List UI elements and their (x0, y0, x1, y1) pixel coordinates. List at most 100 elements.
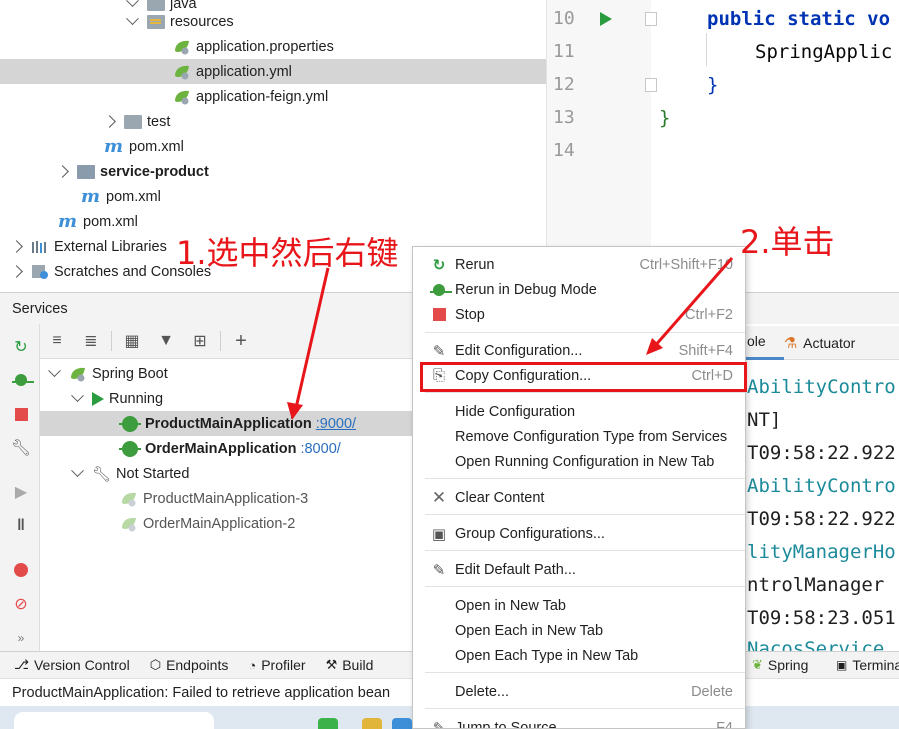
menu-item-hide-configuration[interactable]: Hide Configuration (413, 399, 745, 424)
collapse-all-icon[interactable]: ≣ (74, 326, 108, 356)
code-text: } (707, 73, 719, 96)
line-number: 14 (553, 140, 575, 161)
chevron-right-icon[interactable] (56, 165, 69, 178)
menu-item-rerun[interactable]: ↻ Rerun Ctrl+Shift+F10 (413, 252, 745, 277)
running-icon (92, 391, 104, 406)
tree-item-pom[interactable]: m pom.xml (0, 184, 546, 209)
stop-icon[interactable] (10, 403, 32, 425)
rerun-icon[interactable]: ↻ (10, 336, 32, 358)
spring-config-icon (175, 65, 189, 79)
tab-build[interactable]: ⚒ Build (316, 657, 384, 673)
menu-item-open-in-new-tab[interactable]: Open in New Tab (413, 593, 745, 618)
maven-icon: m (81, 185, 101, 207)
wrench-icon[interactable]: 🔧︎ (10, 437, 32, 459)
actuator-icon: ⚗ (783, 334, 798, 352)
chevron-down-icon[interactable] (126, 12, 139, 26)
services-side-toolbar: ↻ 🔧︎ ▶ ‖ ⊘ » (0, 324, 40, 651)
spring-boot-icon (122, 492, 136, 506)
tree-item-test[interactable]: test (0, 109, 546, 134)
menu-item-remove-configuration-type[interactable]: Remove Configuration Type from Services (413, 424, 745, 449)
app-icon[interactable] (392, 718, 412, 729)
breakpoints-icon[interactable] (10, 559, 32, 581)
menu-item-open-each-type-in-new-tab[interactable]: Open Each Type in New Tab (413, 643, 745, 668)
code-text: SpringApplic (755, 40, 893, 63)
menu-separator (425, 514, 745, 515)
scratches-icon (32, 264, 48, 279)
service-item-product-main[interactable]: ProductMainApplication :9000/ (40, 411, 412, 436)
tab-profiler[interactable]: ◔ Profiler (238, 657, 315, 673)
app-icon[interactable] (318, 718, 338, 729)
menu-item-stop[interactable]: Stop Ctrl+F2 (413, 302, 745, 327)
tab-endpoints[interactable]: ⬡ Endpoints (140, 657, 239, 673)
tab-spring[interactable]: ❦ Spring (742, 657, 818, 673)
console-line: NacosService (747, 638, 885, 651)
chevron-down-icon[interactable] (48, 364, 61, 378)
menu-item-delete[interactable]: Delete... Delete (413, 679, 745, 704)
chevron-right-icon[interactable] (103, 115, 116, 128)
status-message[interactable]: ProductMainApplication: Failed to retrie… (12, 685, 390, 701)
tree-item-resources[interactable]: resources (0, 9, 546, 34)
new-tab-icon[interactable]: ⊞ (183, 326, 217, 356)
app-icon[interactable] (362, 718, 382, 729)
tab-actuator[interactable]: ⚗ Actuator (784, 334, 856, 352)
tree-item-application-yml[interactable]: application.yml (0, 59, 546, 84)
menu-item-clear-content[interactable]: ✕ Clear Content (413, 485, 745, 510)
taskbar-search[interactable] (14, 712, 214, 729)
line-number: 11 (553, 41, 575, 62)
code-text: } (659, 106, 671, 129)
service-item-order-main-2[interactable]: OrderMainApplication-2 (40, 511, 412, 536)
spring-config-icon (175, 40, 189, 54)
service-group-spring-boot[interactable]: Spring Boot (40, 361, 412, 386)
toolbar-divider (220, 331, 221, 351)
spring-boot-icon (122, 517, 136, 531)
edit-icon: ✎ (432, 561, 446, 579)
code-line: 11 SpringApplic (547, 35, 899, 68)
port-link[interactable]: :9000/ (316, 416, 356, 432)
line-number: 12 (553, 74, 575, 95)
debug-icon[interactable] (10, 369, 34, 391)
console-line: NT] (747, 409, 782, 431)
service-group-not-started[interactable]: 🔧︎ Not Started (40, 461, 412, 486)
menu-item-edit-default-path[interactable]: ✎ Edit Default Path... (413, 557, 745, 582)
service-item-order-main[interactable]: OrderMainApplication :8000/ (40, 436, 412, 461)
tree-item-application-feign-yml[interactable]: application-feign.yml (0, 84, 546, 109)
add-service-icon[interactable]: + (224, 326, 258, 356)
chevron-right-icon[interactable] (10, 240, 23, 253)
tab-terminal[interactable]: ▣ Termina (826, 657, 899, 673)
run-gutter-icon[interactable] (600, 11, 612, 26)
mute-breakpoints-icon[interactable]: ⊘ (10, 593, 32, 615)
chevron-down-icon[interactable] (71, 464, 84, 478)
console-line: lityManagerHo (747, 541, 896, 563)
pause-icon[interactable]: ‖ (10, 515, 32, 537)
console-output[interactable]: AbilityContro NT] T09:58:22.922 AbilityC… (727, 360, 899, 651)
tab-version-control[interactable]: ⎇ Version Control (0, 657, 140, 673)
services-tree: Spring Boot Running ProductMainApplicati… (40, 359, 412, 651)
fold-marker-icon[interactable] (645, 77, 657, 92)
tree-item-service-product[interactable]: service-product (0, 159, 546, 184)
chevron-right-icon[interactable] (10, 265, 23, 278)
console-line: AbilityContro (747, 376, 896, 398)
code-line: 13 } (547, 101, 899, 134)
terminal-icon: ▣ (836, 658, 848, 672)
tree-item-pom[interactable]: m pom.xml (0, 134, 546, 159)
menu-item-group-configurations[interactable]: ▣ Group Configurations... (413, 521, 745, 546)
tree-item-application-properties[interactable]: application.properties (0, 34, 546, 59)
filter-icon[interactable]: ▼ (149, 326, 183, 356)
close-icon: ✕ (431, 487, 447, 507)
expand-all-icon[interactable]: ≡ (40, 326, 74, 356)
port-link[interactable]: :8000/ (300, 441, 340, 457)
more-icon[interactable]: » (10, 627, 32, 649)
chevron-down-icon[interactable] (126, 0, 139, 8)
service-item-product-main-3[interactable]: ProductMainApplication-3 (40, 486, 412, 511)
menu-item-open-running-config-tab[interactable]: Open Running Configuration in New Tab (413, 449, 745, 474)
resume-icon[interactable]: ▶ (10, 481, 32, 503)
chevron-down-icon[interactable] (71, 389, 84, 403)
fold-marker-icon[interactable] (645, 11, 657, 26)
service-group-running[interactable]: Running (40, 386, 412, 411)
menu-item-open-each-in-new-tab[interactable]: Open Each in New Tab (413, 618, 745, 643)
profiler-icon: ◔ (248, 657, 257, 673)
menu-item-jump-to-source[interactable]: ✎ Jump to Source F4 (413, 715, 745, 729)
menu-item-rerun-debug[interactable]: Rerun in Debug Mode (413, 277, 745, 302)
group-by-icon[interactable]: ▦ (115, 326, 149, 356)
menu-item-edit-configuration[interactable]: ✎ Edit Configuration... Shift+F4 (413, 338, 745, 363)
